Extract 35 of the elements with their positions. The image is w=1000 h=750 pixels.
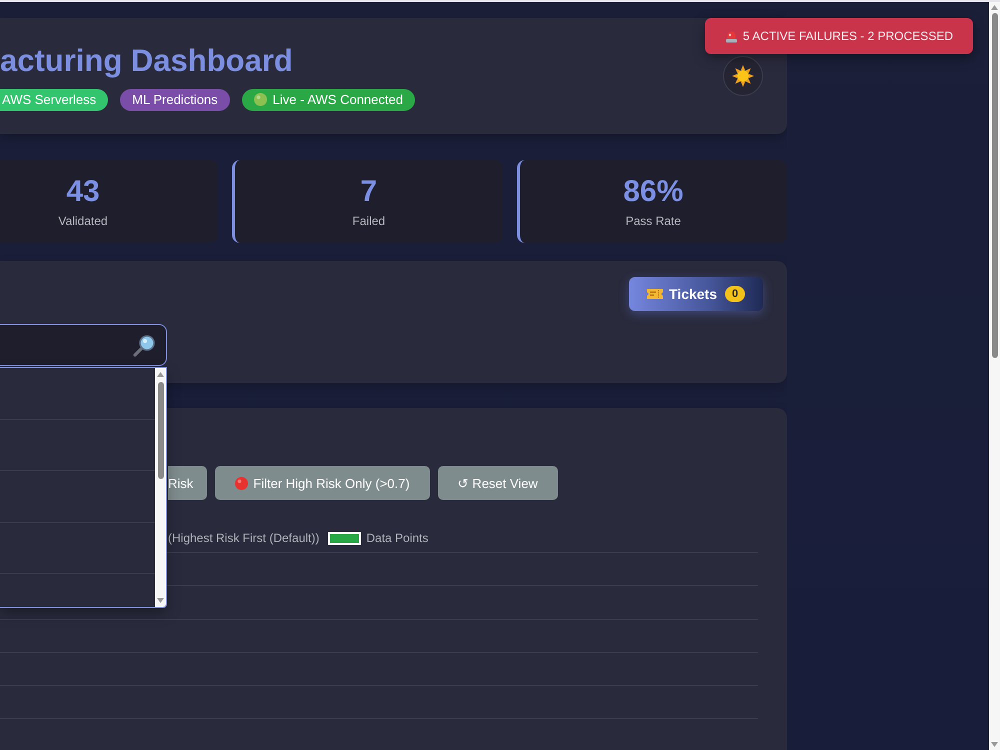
caret-up-icon[interactable] [991, 5, 998, 10]
risk-button[interactable]: Risk [168, 466, 208, 500]
stat-label: Failed [352, 214, 386, 228]
status-dot-icon [254, 93, 267, 106]
status-badge: Live - AWS Connected [242, 88, 415, 110]
caret-down-icon[interactable] [157, 598, 164, 603]
ticket-count-badge: 0 [725, 286, 745, 302]
ticket-icon [647, 288, 663, 300]
stat-value: 7 [360, 175, 378, 209]
dashboard-title: acturing Dashboard [0, 42, 294, 80]
stat-label: Validated [58, 214, 108, 228]
tickets-button[interactable]: Tickets 0 [629, 277, 763, 311]
sun-icon [732, 65, 754, 87]
theme-toggle-button[interactable] [723, 56, 763, 96]
alert-text: 5 ACTIVE FAILURES - 2 PROCESSED [742, 29, 953, 43]
caret-up-icon[interactable] [157, 372, 164, 377]
search-icon [133, 334, 156, 356]
dropdown-scrollbar[interactable] [155, 368, 166, 607]
reset-button[interactable]: ↺ Reset View [438, 466, 558, 500]
stat-label: Pass Rate [626, 214, 681, 228]
dropdown-menu[interactable] [0, 367, 167, 608]
legend-label: Data Points [366, 531, 428, 545]
legend-label: (Highest Risk First (Default)) [168, 531, 320, 545]
search-field[interactable] [0, 324, 167, 366]
siren-icon [724, 29, 738, 43]
stat-value: 86% [623, 175, 684, 209]
stat-value: 43 [66, 175, 100, 209]
page-scrollbar[interactable] [989, 2, 1000, 750]
dot-icon [235, 476, 248, 490]
scrollbar-thumb[interactable] [158, 382, 164, 479]
tag-badge: AWS Serverless [0, 88, 108, 110]
caret-down-icon[interactable] [991, 742, 998, 747]
scrollbar-thumb[interactable] [992, 13, 998, 358]
filter-button[interactable]: Filter High Risk Only (>0.7) [215, 466, 430, 500]
tag-badge: ML Predictions [120, 88, 230, 110]
